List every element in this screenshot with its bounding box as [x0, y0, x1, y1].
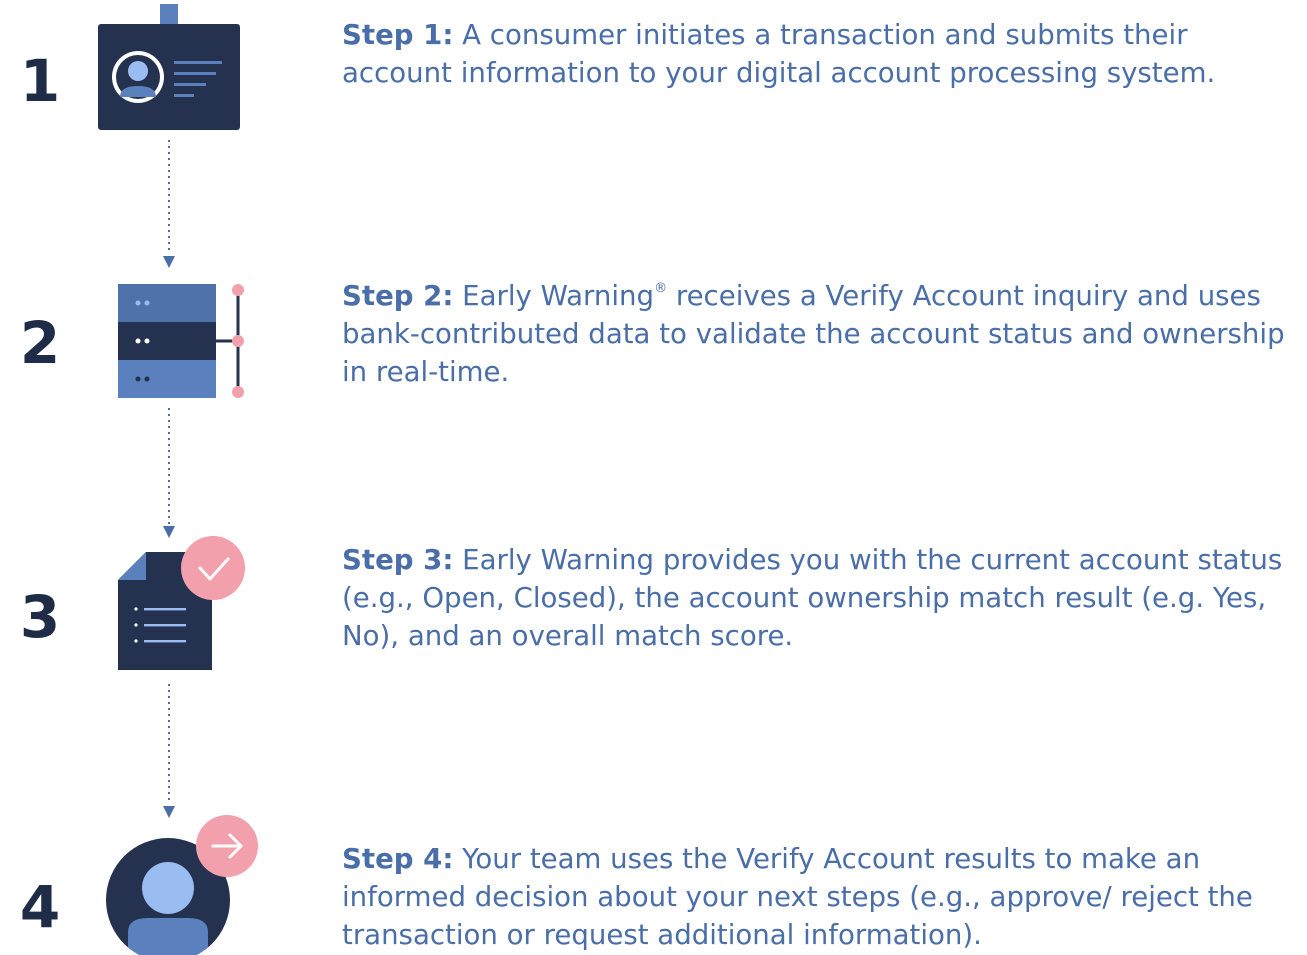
document-check-icon	[116, 534, 246, 674]
step-4-description: Step 4: Your team uses the Verify Accoun…	[342, 840, 1304, 954]
id-badge-icon	[96, 4, 242, 132]
connector-3-arrow-icon	[160, 684, 178, 820]
step-4-number: 4	[19, 873, 61, 941]
step-3-number: 3	[19, 583, 61, 651]
step-1-number: 1	[19, 47, 61, 115]
step-2-description: Step 2: Early Warning® receives a Verify…	[342, 277, 1304, 391]
step-4-label: Step 4:	[342, 842, 454, 875]
step-1-description: Step 1: A consumer initiates a transacti…	[342, 16, 1304, 92]
step-2-number: 2	[19, 309, 61, 377]
step-3-description: Step 3: Early Warning provides you with …	[342, 541, 1304, 655]
connector-1-arrow-icon	[160, 140, 178, 270]
step-3-label: Step 3:	[342, 543, 454, 576]
step-3-text: Early Warning provides you with the curr…	[342, 543, 1283, 652]
registered-mark: ®	[654, 281, 668, 296]
connector-2-arrow-icon	[160, 408, 178, 540]
user-arrow-icon	[104, 812, 262, 955]
step-2-text-start: Early Warning	[453, 279, 655, 312]
step-2-label: Step 2:	[342, 279, 454, 312]
step-1-label: Step 1:	[342, 18, 454, 51]
server-icon	[116, 282, 250, 400]
step-1-text: A consumer initiates a transaction and s…	[342, 18, 1216, 89]
step-4-text: Your team uses the Verify Account result…	[342, 842, 1253, 951]
